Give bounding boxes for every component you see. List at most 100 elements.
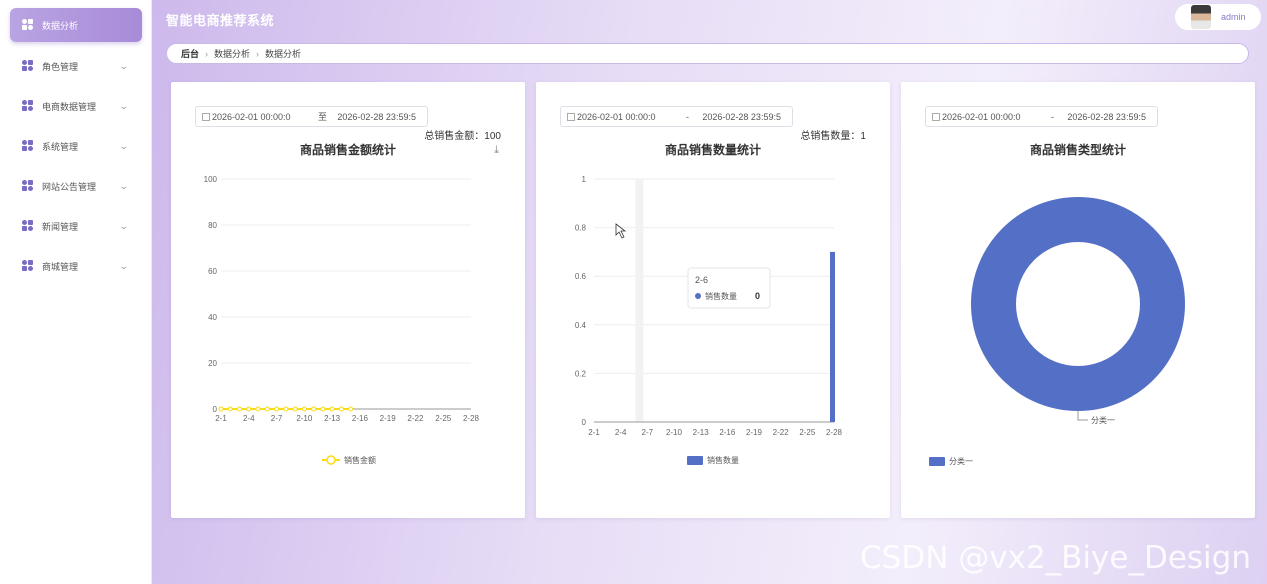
tooltip-box bbox=[687, 267, 771, 309]
y-tick-label: 0 bbox=[582, 418, 587, 427]
y-tick-label: 80 bbox=[208, 221, 217, 230]
x-tick-label: 2-1 bbox=[215, 414, 227, 423]
slice-label: 分类一 bbox=[1091, 415, 1115, 425]
grid-icon bbox=[22, 100, 34, 112]
sidebar-item-mall[interactable]: 商城管理 ⌄ bbox=[10, 249, 142, 283]
sidebar-item-news[interactable]: 新闻管理 ⌄ bbox=[10, 209, 142, 243]
sidebar-item-label: 电商数据管理 bbox=[42, 101, 97, 112]
chevron-down-icon: ⌄ bbox=[119, 60, 130, 71]
sales-quantity-bar-chart: 0 0.2 0.4 0.6 0.8 1 2-1 2-4 2-7 2-10 2-13 2-16 2-19 2… bbox=[575, 175, 843, 465]
sidebar-item-announcements[interactable]: 网站公告管理 ⌄ bbox=[10, 169, 142, 203]
x-tick-label: 2-7 bbox=[271, 414, 283, 423]
x-tick-label: 2-16 bbox=[352, 414, 369, 423]
x-tick-label: 2-4 bbox=[615, 428, 627, 437]
legend-label: 销售金额 bbox=[344, 455, 376, 465]
cursor-icon bbox=[615, 223, 627, 239]
data-point bbox=[227, 406, 233, 412]
sidebar: 数据分析 角色管理 ⌄ 电商数据管理 ⌄ 系统管理 ⌄ 网站公告管理 ⌄ 新闻管… bbox=[0, 0, 152, 584]
y-tick-label: 0.4 bbox=[575, 321, 587, 330]
pie-slice bbox=[971, 197, 1185, 411]
sales-type-card: 2026-02-01 00:00:0 - 2026-02-28 23:59:5 … bbox=[901, 82, 1255, 518]
data-point bbox=[274, 406, 280, 412]
data-point bbox=[311, 406, 317, 412]
y-tick-label: 0.8 bbox=[575, 224, 587, 233]
legend-label: 分类一 bbox=[949, 456, 973, 466]
sidebar-item-label: 新闻管理 bbox=[42, 221, 79, 232]
user-menu[interactable]: admin bbox=[1175, 4, 1261, 30]
breadcrumb-item: 数据分析 bbox=[265, 49, 302, 59]
sidebar-item-data-analysis[interactable]: 数据分析 bbox=[10, 8, 142, 42]
app-title: 智能电商推荐系统 bbox=[166, 13, 275, 28]
legend-marker bbox=[326, 455, 336, 465]
legend-label: 销售数量 bbox=[707, 455, 739, 465]
sales-amount-line-chart: 0 20 40 60 80 100 2-1 2-4 2-7 2-10 2-13 2-16 2-19 2-2… bbox=[204, 175, 480, 465]
y-tick-label: 100 bbox=[204, 175, 218, 184]
grid-icon bbox=[22, 140, 34, 152]
y-tick-label: 0.6 bbox=[575, 272, 587, 281]
sidebar-item-label: 角色管理 bbox=[42, 61, 79, 72]
x-tick-label: 2-4 bbox=[243, 414, 255, 423]
data-point bbox=[320, 406, 326, 412]
data-point bbox=[338, 406, 344, 412]
x-tick-label: 2-28 bbox=[826, 428, 843, 437]
x-tick-label: 2-1 bbox=[588, 428, 600, 437]
y-tick-label: 20 bbox=[208, 359, 217, 368]
tooltip-marker bbox=[695, 293, 701, 299]
x-tick-label: 2-13 bbox=[693, 428, 710, 437]
x-tick-label: 2-7 bbox=[642, 428, 654, 437]
chevron-down-icon: ⌄ bbox=[119, 260, 130, 271]
x-tick-label: 2-10 bbox=[296, 414, 313, 423]
sidebar-item-system-management[interactable]: 系统管理 ⌄ bbox=[10, 129, 142, 163]
sidebar-item-role-management[interactable]: 角色管理 ⌄ bbox=[10, 49, 142, 83]
sales-quantity-card: 2026-02-01 00:00:0 - 2026-02-28 23:59:5 … bbox=[536, 82, 890, 518]
data-point bbox=[348, 406, 354, 412]
tooltip-title: 2-6 bbox=[695, 275, 708, 285]
data-point bbox=[218, 406, 224, 412]
watermark: CSDN @vx2_Biye_Design bbox=[860, 540, 1251, 576]
data-point bbox=[283, 406, 289, 412]
sidebar-item-label: 系统管理 bbox=[42, 141, 79, 152]
chevron-down-icon: ⌄ bbox=[119, 180, 130, 191]
x-tick-label: 2-19 bbox=[746, 428, 763, 437]
label-leader bbox=[1077, 411, 1088, 421]
y-tick-label: 60 bbox=[208, 267, 217, 276]
data-point bbox=[292, 406, 298, 412]
breadcrumb-home[interactable]: 后台 bbox=[181, 47, 199, 60]
grid-icon bbox=[22, 180, 34, 192]
x-tick-label: 2-28 bbox=[463, 414, 480, 423]
bar bbox=[830, 251, 835, 422]
grid-icon bbox=[22, 220, 34, 232]
chevron-right-icon: › bbox=[205, 48, 209, 59]
x-tick-label: 2-25 bbox=[799, 428, 816, 437]
x-tick-label: 2-13 bbox=[324, 414, 341, 423]
data-point bbox=[264, 406, 270, 412]
breadcrumb: 后台 › 数据分析 › 数据分析 bbox=[166, 43, 1249, 64]
chevron-down-icon: ⌄ bbox=[119, 140, 130, 151]
breadcrumb-item[interactable]: 数据分析 bbox=[214, 47, 250, 60]
x-tick-label: 2-10 bbox=[666, 428, 683, 437]
legend-swatch bbox=[687, 456, 703, 465]
x-tick-label: 2-25 bbox=[435, 414, 452, 423]
y-tick-label: 40 bbox=[208, 313, 217, 322]
sidebar-item-label: 商城管理 bbox=[42, 261, 79, 272]
x-tick-label: 2-16 bbox=[719, 428, 736, 437]
x-tick-label: 2-19 bbox=[380, 414, 397, 423]
sidebar-item-ecommerce-data[interactable]: 电商数据管理 ⌄ bbox=[10, 89, 142, 123]
tooltip-series: 销售数量 bbox=[705, 291, 737, 301]
sidebar-item-label: 数据分析 bbox=[42, 20, 79, 31]
y-tick-label: 0.2 bbox=[575, 369, 587, 378]
data-point bbox=[255, 406, 261, 412]
data-point bbox=[237, 406, 243, 412]
data-point bbox=[301, 406, 307, 412]
legend-swatch bbox=[929, 457, 945, 466]
y-tick-label: 0 bbox=[213, 405, 218, 414]
username: admin bbox=[1221, 12, 1246, 22]
grid-icon bbox=[22, 60, 34, 72]
chevron-down-icon: ⌄ bbox=[119, 220, 130, 231]
data-point bbox=[246, 406, 252, 412]
y-tick-label: 1 bbox=[582, 175, 587, 184]
topbar: 智能电商推荐系统 admin bbox=[152, 0, 1267, 36]
sales-amount-card: 2026-02-01 00:00:0 至 2026-02-28 23:59:5 … bbox=[171, 82, 525, 518]
tooltip-value: 0 bbox=[755, 291, 760, 301]
hover-shadow bbox=[635, 179, 644, 422]
